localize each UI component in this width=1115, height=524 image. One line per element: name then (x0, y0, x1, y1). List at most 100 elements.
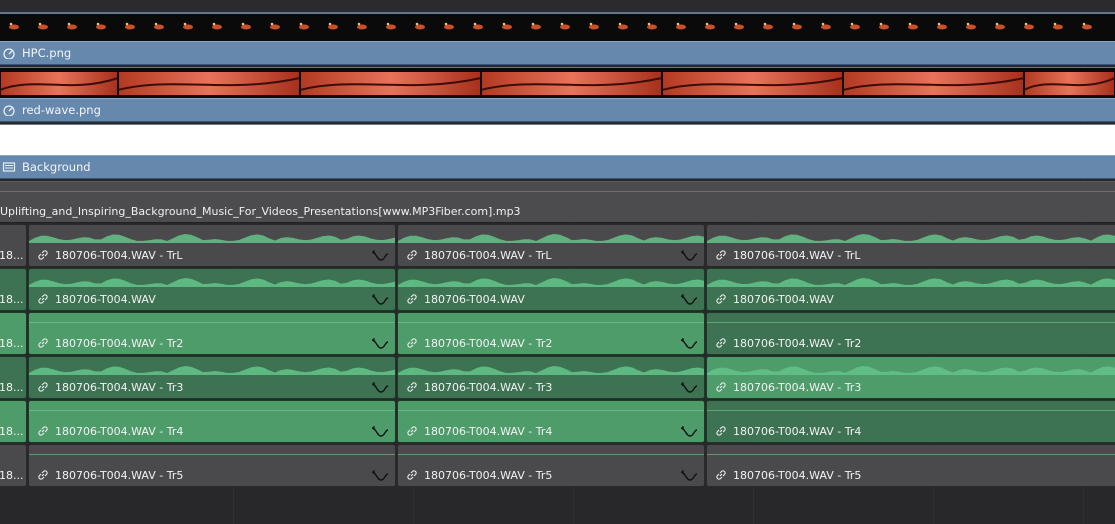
hpc-thumbnail (270, 24, 280, 30)
fade-curve-icon[interactable] (371, 425, 389, 439)
red-wave-thumbnail-strip[interactable] (0, 67, 1115, 100)
audio-volume-line (707, 410, 1115, 411)
fade-curve-icon[interactable] (371, 381, 389, 395)
hpc-thumbnail-dot (879, 22, 883, 26)
hpc-thumbnail-dot (850, 22, 854, 26)
audio-volume-line (398, 454, 704, 455)
audio-clip[interactable]: 180706-T004.WAV - TrL (28, 224, 396, 267)
audio-clip[interactable]: 180706-T004.WAV (706, 268, 1115, 311)
fade-curve-icon[interactable] (371, 337, 389, 351)
audio-clip[interactable]: 180706-T004.WAV - TrL (397, 224, 705, 267)
hpc-thumbnail-strip[interactable] (0, 13, 1115, 42)
audio-clip-stub[interactable]: 18... (0, 312, 27, 355)
fade-curve-icon[interactable] (680, 469, 698, 483)
hpc-thumbnail-dot (270, 22, 274, 26)
fade-curve-icon[interactable] (371, 249, 389, 263)
music-clip[interactable]: Uplifting_and_Inspiring_Background_Music… (0, 181, 1115, 223)
audio-volume-line (398, 322, 704, 323)
audio-clip-label: 180706-T004.WAV - Tr5 (424, 469, 553, 482)
audio-clip-stub[interactable]: 18... (0, 224, 27, 267)
audio-clip-label: 180706-T004.WAV - Tr5 (733, 469, 862, 482)
hpc-thumbnail-dot (357, 22, 361, 26)
video-clip-label: Background (22, 160, 91, 174)
link-icon (716, 470, 726, 480)
background-generator-strip[interactable] (0, 124, 1115, 156)
hpc-thumbnail (850, 24, 860, 30)
link-icon (38, 470, 48, 480)
audio-clip[interactable]: 180706-T004.WAV - Tr2 (397, 312, 705, 355)
hpc-thumbnail-dot (444, 22, 448, 26)
audio-clip[interactable]: 180706-T004.WAV - Tr5 (28, 444, 396, 487)
audio-clip-stub[interactable]: 18... (0, 444, 27, 487)
audio-clip-stub[interactable]: 18... (0, 268, 27, 311)
hpc-thumbnail-dot (937, 22, 941, 26)
audio-clip[interactable]: 180706-T004.WAV - Tr4 (397, 400, 705, 443)
hpc-thumbnail-dot (647, 22, 651, 26)
hpc-thumbnail-dot (618, 22, 622, 26)
audio-clip[interactable]: 180706-T004.WAV - Tr3 (397, 356, 705, 399)
hpc-thumbnail (734, 24, 744, 30)
fade-curve-icon[interactable] (371, 469, 389, 483)
audio-clip[interactable]: 180706-T004.WAV (28, 268, 396, 311)
video-clip-hpc[interactable]: HPC.png (0, 41, 1115, 65)
link-icon (716, 294, 726, 304)
hpc-thumbnail (183, 24, 193, 30)
hpc-thumbnail (357, 24, 367, 30)
audio-clip[interactable]: 180706-T004.WAV - Tr2 (28, 312, 396, 355)
fade-curve-icon[interactable] (371, 293, 389, 307)
fade-curve-icon[interactable] (680, 337, 698, 351)
hpc-thumbnail-dot (125, 22, 129, 26)
hpc-thumbnail-dot (589, 22, 593, 26)
audio-clip[interactable]: 180706-T004.WAV - Tr5 (397, 444, 705, 487)
hpc-thumbnail (821, 24, 831, 30)
audio-waveform (29, 278, 395, 287)
audio-clip[interactable]: 180706-T004.WAV (397, 268, 705, 311)
audio-clip[interactable]: 180706-T004.WAV - TrL (706, 224, 1115, 267)
audio-clip[interactable]: 180706-T004.WAV - Tr3 (28, 356, 396, 399)
audio-clip-label: 180706-T004.WAV - TrL (733, 249, 861, 262)
link-icon (407, 426, 417, 436)
hpc-thumbnail (415, 24, 425, 30)
hpc-thumbnail-dot (966, 22, 970, 26)
audio-volume-line (707, 454, 1115, 455)
link-icon (38, 294, 48, 304)
timeline-top-edge (0, 0, 1115, 13)
audio-clip[interactable]: 180706-T004.WAV - Tr2 (706, 312, 1115, 355)
audio-clip[interactable]: 180706-T004.WAV - Tr4 (28, 400, 396, 443)
clip-speed-icon (3, 105, 15, 116)
fade-curve-icon[interactable] (680, 425, 698, 439)
hpc-thumbnail-dot (473, 22, 477, 26)
red-wave-thumbnails (0, 72, 1115, 95)
hpc-thumbnail-dot (560, 22, 564, 26)
hpc-thumbnail-dot (763, 22, 767, 26)
audio-waveform (29, 366, 395, 375)
video-clip-background[interactable]: Background (0, 155, 1115, 179)
link-icon (38, 426, 48, 436)
audio-clip-label: 180706-T004.WAV - Tr4 (733, 425, 862, 438)
fade-curve-icon[interactable] (680, 293, 698, 307)
audio-clip-stub[interactable]: 18... (0, 356, 27, 399)
audio-clip[interactable]: 180706-T004.WAV - Tr4 (706, 400, 1115, 443)
audio-clip-label: 180706-T004.WAV (55, 293, 156, 306)
hpc-thumbnail (618, 24, 628, 30)
fade-curve-icon[interactable] (680, 381, 698, 395)
audio-clip-label: 180706-T004.WAV - Tr5 (55, 469, 184, 482)
video-clip-label: HPC.png (22, 46, 72, 60)
video-clip-label: red-wave.png (22, 103, 101, 117)
video-clip-red-wave[interactable]: red-wave.png (0, 98, 1115, 122)
hpc-thumbnail (9, 24, 19, 30)
audio-clip-label: 18... (0, 249, 24, 262)
hpc-thumbnail-dot (212, 22, 216, 26)
audio-clip-label: 18... (0, 293, 24, 306)
link-icon (407, 338, 417, 348)
audio-clip[interactable]: 180706-T004.WAV - Tr3 (706, 356, 1115, 399)
music-clip-volume-line (0, 191, 1115, 192)
link-icon (38, 382, 48, 392)
audio-clip-stub[interactable]: 18... (0, 400, 27, 443)
hpc-thumbnail-dot (502, 22, 506, 26)
generator-icon (2, 162, 16, 172)
audio-clip[interactable]: 180706-T004.WAV - Tr5 (706, 444, 1115, 487)
fade-curve-icon[interactable] (680, 249, 698, 263)
hpc-thumbnail-dot (676, 22, 680, 26)
hpc-thumbnail (386, 24, 396, 30)
